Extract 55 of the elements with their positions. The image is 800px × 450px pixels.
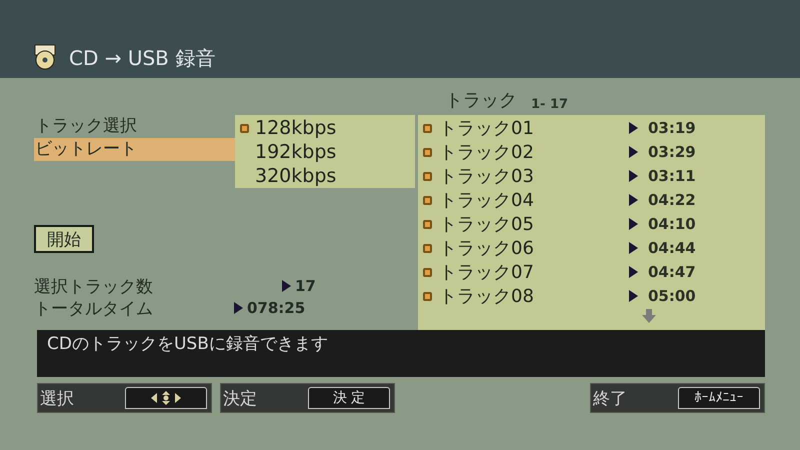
checkbox[interactable] <box>423 196 432 204</box>
play-arrow-icon <box>629 146 638 158</box>
checkbox[interactable] <box>423 124 432 132</box>
play-arrow-icon <box>629 266 638 278</box>
checkbox[interactable] <box>423 292 432 300</box>
summary-value: 17 <box>295 277 316 295</box>
play-arrow-icon <box>629 194 638 206</box>
summary-label: トータルタイム <box>34 298 154 320</box>
play-arrow-icon <box>282 280 291 292</box>
track-name[interactable]: トラック01 <box>439 116 629 140</box>
track-name[interactable]: トラック03 <box>439 164 629 188</box>
play-arrow-icon <box>234 302 243 314</box>
track-duration: 04:44 <box>648 239 696 257</box>
track-name[interactable]: トラック05 <box>439 212 629 236</box>
track-name[interactable]: トラック04 <box>439 188 629 212</box>
track-name[interactable]: トラック07 <box>439 260 629 284</box>
track-name[interactable]: トラック08 <box>439 284 629 308</box>
play-arrow-icon <box>629 122 638 134</box>
track-name[interactable]: トラック02 <box>439 140 629 164</box>
play-arrow-icon <box>629 290 638 302</box>
checkbox[interactable] <box>423 244 432 252</box>
track-duration: 04:22 <box>648 191 696 209</box>
message-text: CDのトラックをUSBに録音できます <box>37 330 765 377</box>
track-name[interactable]: トラック06 <box>439 236 629 260</box>
track-range: 1- 17 <box>531 97 568 112</box>
key-hint-label: 決定 <box>223 388 257 410</box>
screen-title: CD → USB 録音 <box>69 46 216 70</box>
track-duration: 03:11 <box>648 167 696 185</box>
checkbox[interactable] <box>423 268 432 276</box>
summary-value: 078:25 <box>247 299 306 317</box>
checkbox[interactable] <box>423 172 432 180</box>
track-duration: 05:00 <box>648 287 696 305</box>
track-duration: 04:47 <box>648 263 696 281</box>
cd-usb-icon <box>33 44 57 70</box>
key-hint-label: 選択 <box>40 388 74 410</box>
remote-key: 決 定 <box>308 387 390 409</box>
menu-item[interactable]: トラック選択 <box>34 115 235 138</box>
checkbox[interactable] <box>423 220 432 228</box>
track-duration: 03:19 <box>648 119 696 137</box>
play-arrow-icon <box>629 242 638 254</box>
play-arrow-icon <box>629 170 638 182</box>
bitrate-option[interactable]: 128kbps <box>255 117 336 139</box>
summary-label: 選択トラック数 <box>34 276 154 298</box>
play-arrow-icon <box>629 218 638 230</box>
track-duration: 04:10 <box>648 215 696 233</box>
direction-pad-icon <box>151 391 181 405</box>
bitrate-option[interactable]: 320kbps <box>255 165 336 187</box>
checkbox[interactable] <box>423 148 432 156</box>
list-title: トラック <box>445 89 517 112</box>
menu-item[interactable]: ビットレート <box>34 138 235 161</box>
key-hint-label: 終了 <box>593 388 627 410</box>
track-duration: 03:29 <box>648 143 696 161</box>
start-button[interactable]: 開始 <box>34 225 94 253</box>
remote-key: ﾎｰﾑﾒﾆｭｰ <box>678 387 760 409</box>
bitrate-option[interactable]: 192kbps <box>255 141 336 163</box>
